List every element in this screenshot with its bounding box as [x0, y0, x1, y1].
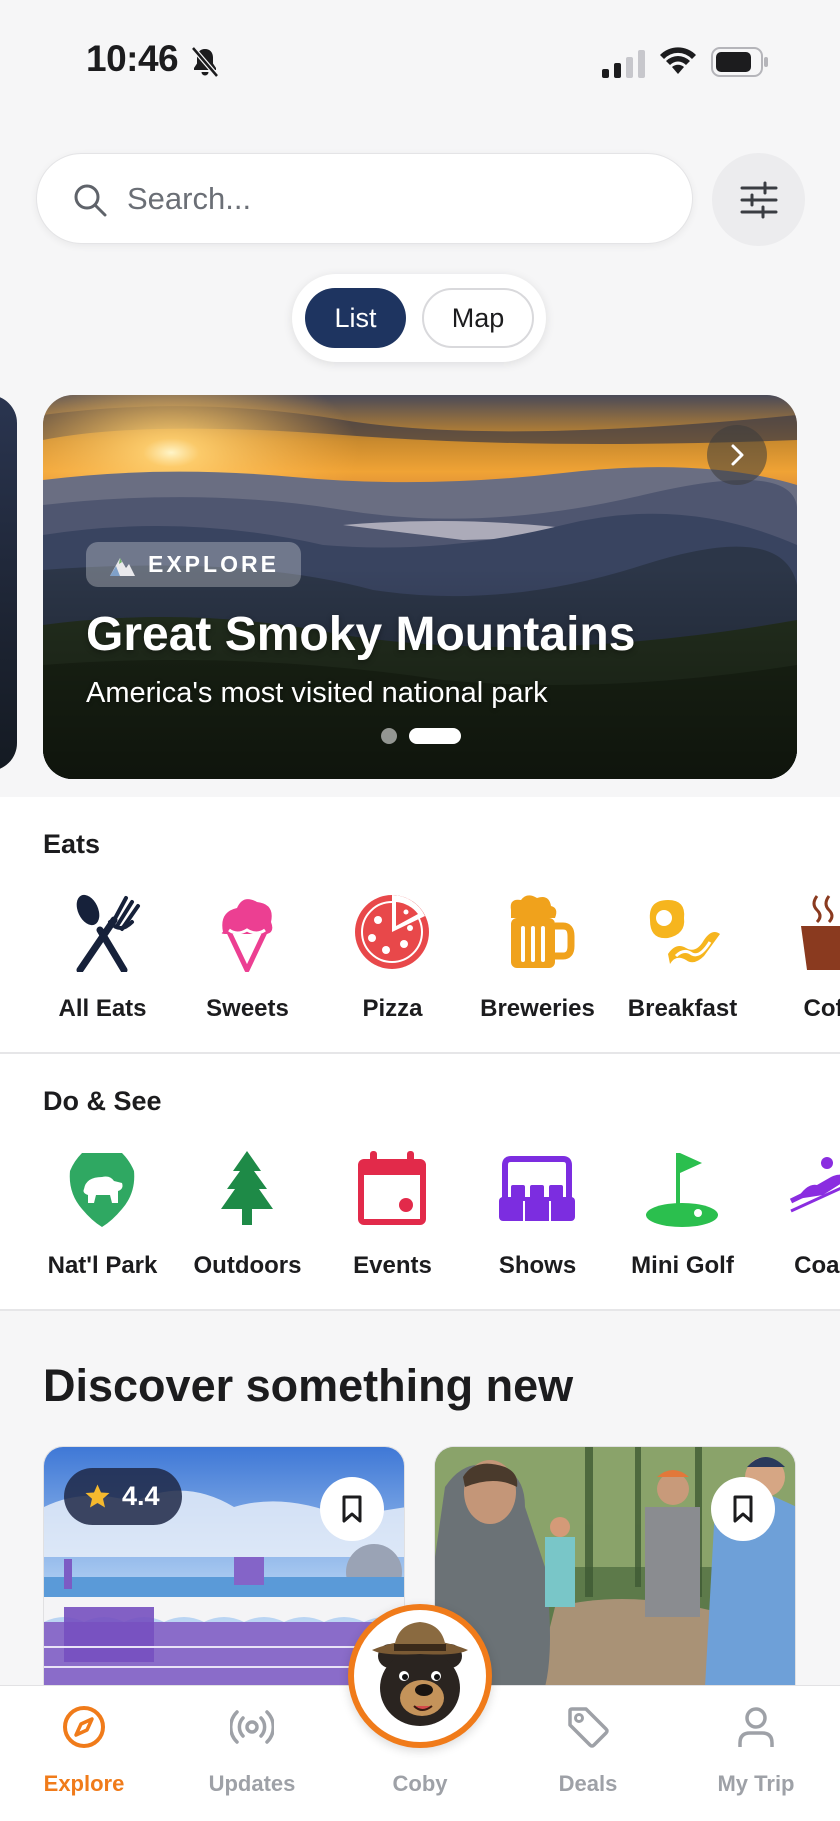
previous-hero-card[interactable] — [0, 395, 17, 771]
bookmark-button[interactable] — [711, 1477, 775, 1541]
discover-card[interactable] — [434, 1446, 796, 1686]
discover-card[interactable]: 4.4 — [43, 1446, 405, 1686]
category-label: Pizza — [362, 995, 423, 1022]
egg-bacon-icon — [649, 900, 720, 964]
status-time: 10:46 — [86, 38, 179, 79]
category-label: Events — [353, 1252, 432, 1279]
bookmark-button[interactable] — [320, 1477, 384, 1541]
bear-mascot-icon — [372, 1622, 468, 1726]
wifi-icon — [660, 47, 696, 74]
map-toggle-button[interactable]: Map — [422, 288, 534, 348]
battery-icon — [711, 47, 768, 77]
compass-icon — [63, 1706, 105, 1748]
person-icon — [738, 1707, 774, 1747]
hero-title: Great Smoky Mountains — [86, 608, 636, 661]
filter-button[interactable] — [712, 153, 805, 246]
bookmark-icon — [342, 1495, 362, 1523]
carousel-dot[interactable] — [381, 728, 397, 744]
fork-knife-icon — [76, 894, 140, 972]
price-tag-icon — [568, 1707, 609, 1748]
golf-flag-icon — [646, 1153, 718, 1227]
category-label: Sweets — [206, 995, 289, 1022]
search-input[interactable] — [127, 172, 647, 226]
carousel-dot-active[interactable] — [409, 728, 461, 744]
sliders-icon — [740, 181, 777, 218]
hero-badge-label: EXPLORE — [148, 551, 279, 577]
tab-label: Deals — [558, 1771, 618, 1796]
view-toggle: List Map — [292, 274, 546, 362]
category-label: Shows — [498, 1252, 577, 1279]
hero-subtitle: America's most visited national park — [86, 677, 548, 709]
broadcast-icon — [230, 1710, 274, 1744]
coby-button[interactable] — [348, 1604, 492, 1748]
category-label: Coast — [794, 1252, 840, 1279]
hero-image — [43, 395, 797, 779]
bookmark-icon — [733, 1495, 753, 1523]
tab-label: Explore — [43, 1771, 125, 1796]
beer-mug-icon — [510, 895, 575, 968]
tab-explore[interactable]: Explore — [0, 1686, 168, 1821]
do-see-title: Do & See — [43, 1086, 162, 1116]
list-toggle-button[interactable]: List — [305, 288, 406, 348]
eats-title: Eats — [43, 829, 101, 859]
tab-updates[interactable]: Updates — [168, 1686, 336, 1821]
tab-deals[interactable]: Deals — [504, 1686, 672, 1821]
tab-my-trip[interactable]: My Trip — [672, 1686, 840, 1821]
category-label: All Eats — [58, 995, 147, 1022]
chevron-right-icon — [731, 444, 744, 466]
search-bar[interactable] — [36, 153, 693, 244]
ice-cream-icon — [221, 899, 273, 972]
coffee-cup-icon — [801, 895, 840, 970]
discover-title: Discover something new — [43, 1360, 574, 1411]
category-label: Coff — [803, 995, 840, 1022]
tab-label: My Trip — [717, 1771, 795, 1796]
hero-badge: EXPLORE — [86, 542, 301, 587]
pizza-icon — [355, 895, 429, 969]
hero-next-button[interactable] — [707, 425, 767, 485]
status-bar: 10:46 — [0, 0, 840, 110]
category-label: Mini Golf — [631, 1252, 734, 1279]
star-icon — [85, 1484, 110, 1508]
eats-section: Eats All Eats Sweets Pizza Breweries Bre… — [0, 797, 840, 1054]
mountain-icon — [110, 558, 135, 576]
search-icon — [74, 184, 107, 217]
pine-tree-icon — [221, 1151, 273, 1225]
do-see-section: Do & See Nat'l Park Outdoors Events Show… — [0, 1054, 840, 1311]
rating-value: 4.4 — [122, 1481, 160, 1511]
tab-label: Coby — [392, 1771, 448, 1796]
category-label: Breakfast — [627, 995, 738, 1022]
hero-card[interactable]: EXPLORE Great Smoky Mountains America's … — [43, 395, 797, 779]
category-label: Nat'l Park — [47, 1252, 158, 1279]
park-shield-icon — [69, 1153, 135, 1227]
theater-seats-icon — [499, 1156, 575, 1221]
cellular-signal-icon — [602, 50, 645, 78]
tab-label: Updates — [208, 1771, 296, 1796]
calendar-icon — [358, 1151, 426, 1225]
category-label: Breweries — [480, 995, 595, 1022]
bell-slash-icon — [191, 46, 219, 78]
category-label: Outdoors — [193, 1252, 302, 1279]
rating-badge: 4.4 — [64, 1468, 182, 1525]
coaster-icon — [789, 1157, 840, 1213]
